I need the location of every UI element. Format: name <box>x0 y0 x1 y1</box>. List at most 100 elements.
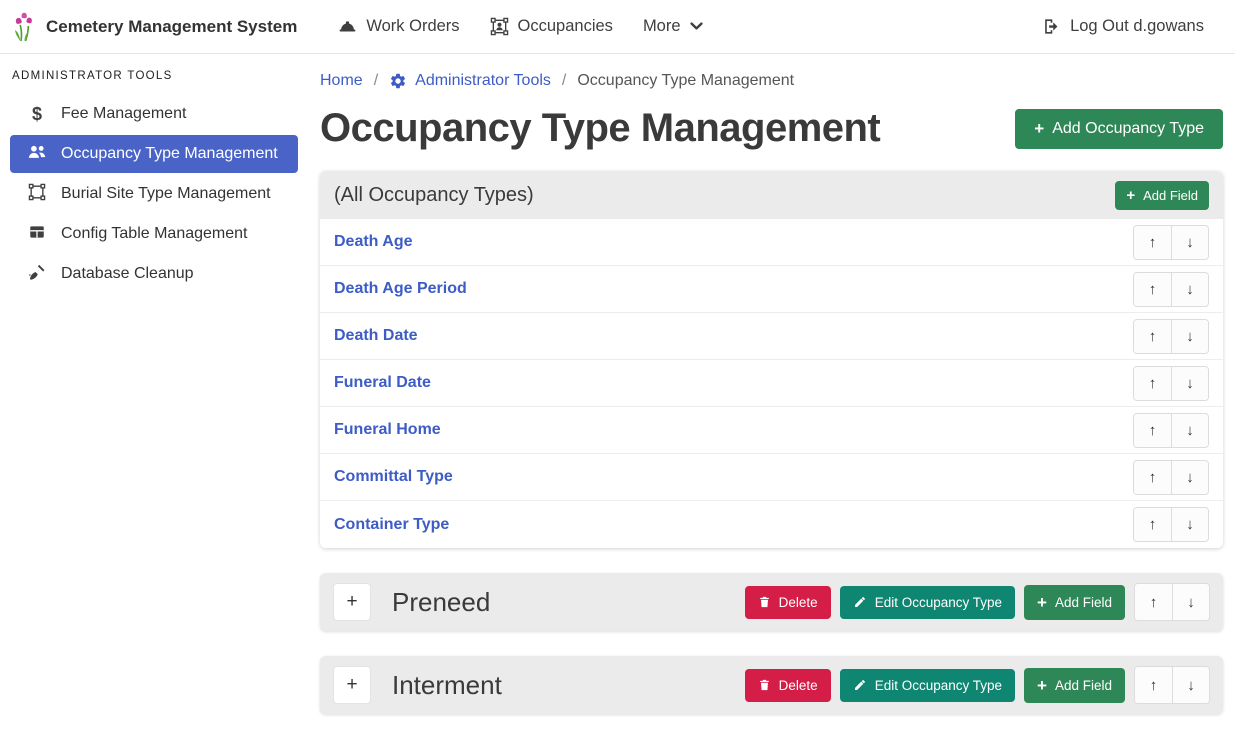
sidebar-item-label: Database Cleanup <box>61 265 194 283</box>
delete-button[interactable]: Delete <box>745 586 831 619</box>
field-link-death-age-period[interactable]: Death Age Period <box>334 280 467 298</box>
move-down-button[interactable]: ↓ <box>1171 226 1208 259</box>
edit-occupancy-type-button[interactable]: Edit Occupancy Type <box>840 669 1015 702</box>
card-title: (All Occupancy Types) <box>334 184 534 207</box>
add-field-button[interactable]: + Add Field <box>1115 181 1209 210</box>
main-content: Home / Administrator Tools / Occupancy T… <box>310 54 1235 738</box>
move-down-button[interactable]: ↓ <box>1171 508 1208 541</box>
pencil-icon <box>853 678 867 692</box>
delete-label: Delete <box>779 595 818 610</box>
table-row: Container Type ↑ ↓ <box>320 501 1223 548</box>
arrow-down-icon: ↓ <box>1187 594 1195 611</box>
field-link-funeral-home[interactable]: Funeral Home <box>334 421 441 439</box>
table-row: Death Date ↑ ↓ <box>320 313 1223 360</box>
field-link-funeral-date[interactable]: Funeral Date <box>334 374 431 392</box>
move-up-button[interactable]: ↑ <box>1134 273 1171 306</box>
nav-more[interactable]: More <box>628 0 718 54</box>
field-link-death-date[interactable]: Death Date <box>334 327 418 345</box>
plus-icon: + <box>1037 594 1047 611</box>
dollar-icon: $ <box>26 104 48 125</box>
move-up-button[interactable]: ↑ <box>1135 584 1172 620</box>
nav-work-orders-label: Work Orders <box>366 17 459 36</box>
add-field-button[interactable]: + Add Field <box>1024 668 1125 703</box>
sidebar-item-label: Config Table Management <box>61 225 248 243</box>
arrow-up-icon: ↑ <box>1150 677 1158 694</box>
move-down-button[interactable]: ↓ <box>1172 667 1209 703</box>
app-brand[interactable]: Cemetery Management System <box>14 12 297 42</box>
edit-label: Edit Occupancy Type <box>875 595 1002 610</box>
move-down-button[interactable]: ↓ <box>1171 414 1208 447</box>
reorder-group: ↑ ↓ <box>1134 666 1210 704</box>
reorder-group: ↑ ↓ <box>1133 366 1209 401</box>
plus-icon: + <box>1034 120 1044 137</box>
sidebar-item-database-cleanup[interactable]: Database Cleanup <box>10 254 298 294</box>
arrow-up-icon: ↑ <box>1149 281 1157 298</box>
add-field-label: Add Field <box>1055 595 1112 610</box>
sidebar-item-burial-site-type-management[interactable]: Burial Site Type Management <box>10 174 298 214</box>
sidebar: ADMINISTRATOR TOOLS $ Fee Management Occ… <box>0 54 310 738</box>
move-down-button[interactable]: ↓ <box>1171 320 1208 353</box>
arrow-up-icon: ↑ <box>1149 469 1157 486</box>
sidebar-item-label: Fee Management <box>61 105 186 123</box>
plus-icon: + <box>346 591 357 613</box>
occupant-frame-icon <box>490 17 509 36</box>
move-down-button[interactable]: ↓ <box>1171 273 1208 306</box>
move-up-button[interactable]: ↑ <box>1134 367 1171 400</box>
arrow-down-icon: ↓ <box>1186 422 1194 439</box>
edit-occupancy-type-button[interactable]: Edit Occupancy Type <box>840 586 1015 619</box>
breadcrumb-admin-tools-link[interactable]: Administrator Tools <box>389 72 551 90</box>
table-row: Death Age ↑ ↓ <box>320 219 1223 266</box>
add-field-label: Add Field <box>1055 678 1112 693</box>
arrow-down-icon: ↓ <box>1186 328 1194 345</box>
field-link-death-age[interactable]: Death Age <box>334 233 413 251</box>
plus-icon: + <box>346 674 357 696</box>
sidebar-item-fee-management[interactable]: $ Fee Management <box>10 94 298 134</box>
move-up-button[interactable]: ↑ <box>1134 320 1171 353</box>
sidebar-item-occupancy-type-management[interactable]: Occupancy Type Management <box>10 135 298 173</box>
field-link-committal-type[interactable]: Committal Type <box>334 468 453 486</box>
logout-button[interactable]: Log Out d.gowans <box>1027 0 1219 54</box>
move-up-button[interactable]: ↑ <box>1134 226 1171 259</box>
move-down-button[interactable]: ↓ <box>1171 367 1208 400</box>
add-occupancy-type-label: Add Occupancy Type <box>1052 120 1204 138</box>
move-up-button[interactable]: ↑ <box>1134 508 1171 541</box>
sidebar-item-config-table-management[interactable]: Config Table Management <box>10 214 298 254</box>
move-down-button[interactable]: ↓ <box>1172 584 1209 620</box>
hard-hat-icon <box>338 17 357 36</box>
arrow-down-icon: ↓ <box>1186 469 1194 486</box>
pencil-icon <box>853 595 867 609</box>
move-up-button[interactable]: ↑ <box>1134 461 1171 494</box>
arrow-up-icon: ↑ <box>1149 375 1157 392</box>
expand-button[interactable]: + <box>333 666 371 704</box>
nav-work-orders[interactable]: Work Orders <box>323 0 474 54</box>
page-title: Occupancy Type Management <box>320 106 880 151</box>
move-down-button[interactable]: ↓ <box>1171 461 1208 494</box>
table-row: Death Age Period ↑ ↓ <box>320 266 1223 313</box>
table-row: Committal Type ↑ ↓ <box>320 454 1223 501</box>
reorder-group: ↑ ↓ <box>1133 272 1209 307</box>
add-field-button[interactable]: + Add Field <box>1024 585 1125 620</box>
reorder-group: ↑ ↓ <box>1133 319 1209 354</box>
sidebar-item-label: Occupancy Type Management <box>61 145 278 163</box>
breadcrumb-home-link[interactable]: Home <box>320 72 363 90</box>
breadcrumb-current: Occupancy Type Management <box>577 72 794 90</box>
broom-icon <box>26 263 48 286</box>
add-occupancy-type-button[interactable]: + Add Occupancy Type <box>1015 109 1223 149</box>
nav-occupancies[interactable]: Occupancies <box>475 0 628 54</box>
nav-more-label: More <box>643 17 681 36</box>
field-link-container-type[interactable]: Container Type <box>334 516 449 534</box>
add-field-label: Add Field <box>1143 188 1198 203</box>
all-occupancy-types-card: (All Occupancy Types) + Add Field Death … <box>320 171 1223 548</box>
delete-button[interactable]: Delete <box>745 669 831 702</box>
move-up-button[interactable]: ↑ <box>1134 414 1171 447</box>
app-title: Cemetery Management System <box>46 17 297 37</box>
table-row: Funeral Date ↑ ↓ <box>320 360 1223 407</box>
move-up-button[interactable]: ↑ <box>1135 667 1172 703</box>
trash-icon <box>758 678 771 692</box>
expand-button[interactable]: + <box>333 583 371 621</box>
breadcrumb-admin-tools-label: Administrator Tools <box>415 72 551 90</box>
arrow-up-icon: ↑ <box>1149 422 1157 439</box>
reorder-group: ↑ ↓ <box>1133 225 1209 260</box>
reorder-group: ↑ ↓ <box>1134 583 1210 621</box>
vector-square-icon <box>26 183 48 206</box>
